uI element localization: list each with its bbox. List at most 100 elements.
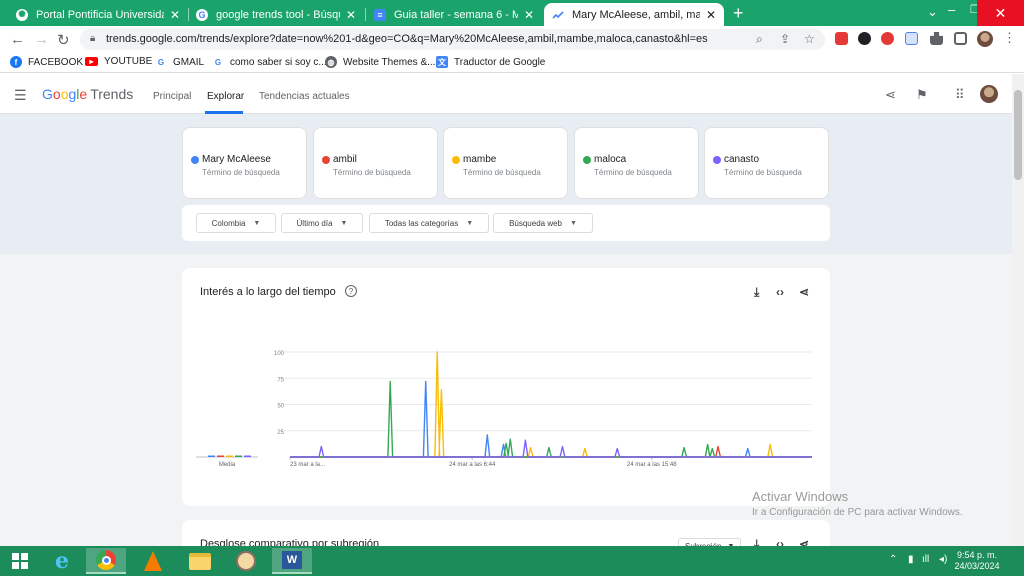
average-label: Media bbox=[219, 462, 236, 468]
clock-date: 24/03/2024 bbox=[954, 561, 1000, 571]
region-select[interactable]: Colombia ▼ bbox=[196, 213, 276, 233]
term-name[interactable]: ambil bbox=[333, 154, 357, 165]
filter-bar: Colombia ▼ Último día ▼ Todas las categorí… bbox=[182, 205, 830, 241]
google-icon: G bbox=[214, 57, 222, 67]
tab-guia-taller[interactable]: ≡ Guia taller - semana 6 - MAI 1-20 ✕ bbox=[366, 3, 542, 26]
bookmark-como-saber[interactable]: G como saber si soy c... bbox=[212, 56, 327, 68]
folder-icon bbox=[189, 552, 211, 570]
time-range-select[interactable]: Último día ▼ bbox=[281, 213, 363, 233]
bookmark-label: FACEBOOK bbox=[28, 56, 84, 68]
caret-down-icon: ▼ bbox=[466, 219, 474, 227]
nav-tendencias-actuales[interactable]: Tendencias actuales bbox=[259, 91, 350, 102]
share-icon[interactable]: ⇪ bbox=[780, 32, 790, 46]
new-tab-button[interactable]: + bbox=[733, 4, 744, 22]
facebook-icon: f bbox=[10, 56, 22, 68]
battery-icon[interactable]: ▮ bbox=[908, 554, 914, 565]
filter-label: Todas las categorías bbox=[384, 218, 459, 228]
caret-down-icon: ▼ bbox=[340, 219, 348, 227]
bookmark-website-themes[interactable]: ◍ Website Themes &... bbox=[325, 56, 435, 68]
vlc-icon[interactable] bbox=[133, 548, 173, 574]
volume-icon[interactable]: ◂) bbox=[939, 554, 947, 565]
feedback-icon[interactable]: ⚑ bbox=[916, 87, 928, 103]
nav-principal[interactable]: Principal bbox=[153, 91, 191, 102]
average-bar bbox=[217, 455, 224, 457]
term-type: Término de búsqueda bbox=[463, 168, 541, 177]
extension-doc-icon[interactable] bbox=[905, 32, 918, 45]
filter-label: Búsqueda web bbox=[509, 218, 562, 228]
url-text[interactable]: trends.google.com/trends/explore?date=no… bbox=[106, 33, 708, 45]
term-card-maloca[interactable]: maloca Término de búsqueda bbox=[574, 127, 699, 199]
lock-icon[interactable]: 🔒︎ bbox=[90, 33, 95, 44]
hamburger-menu-icon[interactable]: ☰ bbox=[14, 87, 27, 104]
address-bar[interactable]: 🔒︎ trends.google.com/trends/explore?date… bbox=[80, 29, 825, 50]
term-card-ambil[interactable]: ambil Término de búsqueda bbox=[313, 127, 438, 199]
zoom-icon[interactable]: ⌕ bbox=[756, 32, 763, 47]
activate-windows-title: Activar Windows bbox=[752, 489, 849, 504]
windows-start-button[interactable] bbox=[0, 548, 40, 574]
bookmark-youtube[interactable]: ▸ YOUTUBE bbox=[85, 56, 152, 67]
category-select[interactable]: Todas las categorías ▼ bbox=[369, 213, 489, 233]
back-arrow-icon[interactable]: ← bbox=[10, 31, 25, 48]
term-name[interactable]: mambe bbox=[463, 154, 496, 165]
tab-google-trends[interactable]: Mary McAleese, ambil, mambe, m ✕ bbox=[544, 3, 724, 26]
close-tab-icon[interactable]: ✕ bbox=[170, 8, 180, 22]
term-card-mary-mcaleese[interactable]: Mary McAleese Término de búsqueda bbox=[182, 127, 307, 199]
bookmark-facebook[interactable]: f FACEBOOK bbox=[10, 56, 83, 68]
side-panel-icon[interactable] bbox=[954, 32, 967, 45]
chevron-down-icon[interactable]: ⌄ bbox=[927, 4, 938, 20]
bookmark-label: YOUTUBE bbox=[104, 56, 153, 67]
tray-chevron-icon[interactable]: ⌃ bbox=[889, 554, 897, 565]
internet-explorer-icon[interactable]: e bbox=[42, 548, 82, 574]
bookmark-label: GMAIL bbox=[173, 56, 205, 68]
extension-record-icon[interactable] bbox=[881, 32, 894, 45]
tab-title: Guia taller - semana 6 - MAI 1-20 bbox=[394, 8, 518, 21]
bookmark-traductor[interactable]: 文 Traductor de Google bbox=[436, 56, 545, 68]
trends-header: ☰ Google Trends Principal Explorar Tenden… bbox=[0, 74, 1012, 114]
close-tab-icon[interactable]: ✕ bbox=[346, 8, 356, 22]
term-type: Término de búsqueda bbox=[202, 168, 280, 177]
wifi-icon[interactable]: ıll bbox=[922, 554, 929, 565]
ie-glyph: e bbox=[55, 548, 69, 574]
account-avatar[interactable] bbox=[980, 85, 998, 103]
app-character-icon[interactable] bbox=[226, 548, 266, 574]
browser-menu-icon[interactable]: ⋮ bbox=[1003, 30, 1016, 46]
google-icon: G bbox=[157, 57, 165, 67]
bookmark-star-icon[interactable]: ☆ bbox=[804, 32, 815, 46]
file-explorer-icon[interactable] bbox=[180, 548, 220, 574]
term-card-mambe[interactable]: mambe Término de búsqueda bbox=[443, 127, 568, 199]
word-taskbar-icon[interactable]: W bbox=[272, 548, 312, 574]
term-name[interactable]: maloca bbox=[594, 154, 626, 165]
close-tab-icon[interactable]: ✕ bbox=[524, 8, 534, 22]
activate-windows-subtitle: Ir a Configuración de PC para activar Wi… bbox=[752, 507, 963, 518]
term-name[interactable]: Mary McAleese bbox=[202, 154, 271, 165]
interest-line-chart[interactable]: 100 75 50 25 Media 23 mar a la... 24 mar a las… bbox=[182, 268, 830, 506]
series-line bbox=[290, 380, 812, 458]
extension-red-icon[interactable] bbox=[835, 32, 848, 45]
browser-tab-strip: ✺ Portal Pontificia Universidad Jave ✕ G… bbox=[0, 0, 1024, 26]
x-tick-label: 24 mar a las 6:44 bbox=[449, 462, 496, 468]
tab-google-search[interactable]: G google trends tool - Búsqueda d ✕ bbox=[188, 3, 364, 26]
system-clock[interactable]: 9:54 p. m. 24/03/2024 bbox=[952, 550, 1002, 572]
close-tab-icon[interactable]: ✕ bbox=[706, 8, 716, 22]
tab-portal-universidad[interactable]: ✺ Portal Pontificia Universidad Jave ✕ bbox=[8, 3, 188, 26]
scrollbar-thumb[interactable] bbox=[1014, 90, 1022, 180]
bookmark-gmail[interactable]: G GMAIL bbox=[155, 56, 204, 68]
forward-arrow-icon[interactable]: → bbox=[34, 31, 49, 48]
term-card-canasto[interactable]: canasto Término de búsqueda bbox=[704, 127, 829, 199]
nav-explorar[interactable]: Explorar bbox=[207, 91, 244, 102]
minimize-button[interactable]: – bbox=[948, 2, 955, 17]
y-tick-label: 25 bbox=[277, 430, 284, 436]
reload-icon[interactable]: ↻ bbox=[57, 31, 70, 49]
profile-avatar[interactable] bbox=[977, 31, 993, 47]
bookmarks-bar: f FACEBOOK ▸ YOUTUBE G GMAIL G como sabe… bbox=[0, 53, 1024, 73]
term-name[interactable]: canasto bbox=[724, 154, 759, 165]
series-color-dot bbox=[713, 156, 721, 164]
chrome-taskbar-icon[interactable] bbox=[86, 548, 126, 574]
extension-dark-icon[interactable] bbox=[858, 32, 871, 45]
window-close-button[interactable]: ✕ bbox=[977, 0, 1024, 26]
search-type-select[interactable]: Búsqueda web ▼ bbox=[493, 213, 593, 233]
y-tick-label: 75 bbox=[277, 377, 284, 383]
apps-grid-icon[interactable]: ⠿ bbox=[955, 87, 965, 103]
google-trends-logo[interactable]: Google Trends bbox=[42, 86, 133, 102]
share-icon[interactable]: ⋖ bbox=[885, 87, 896, 103]
